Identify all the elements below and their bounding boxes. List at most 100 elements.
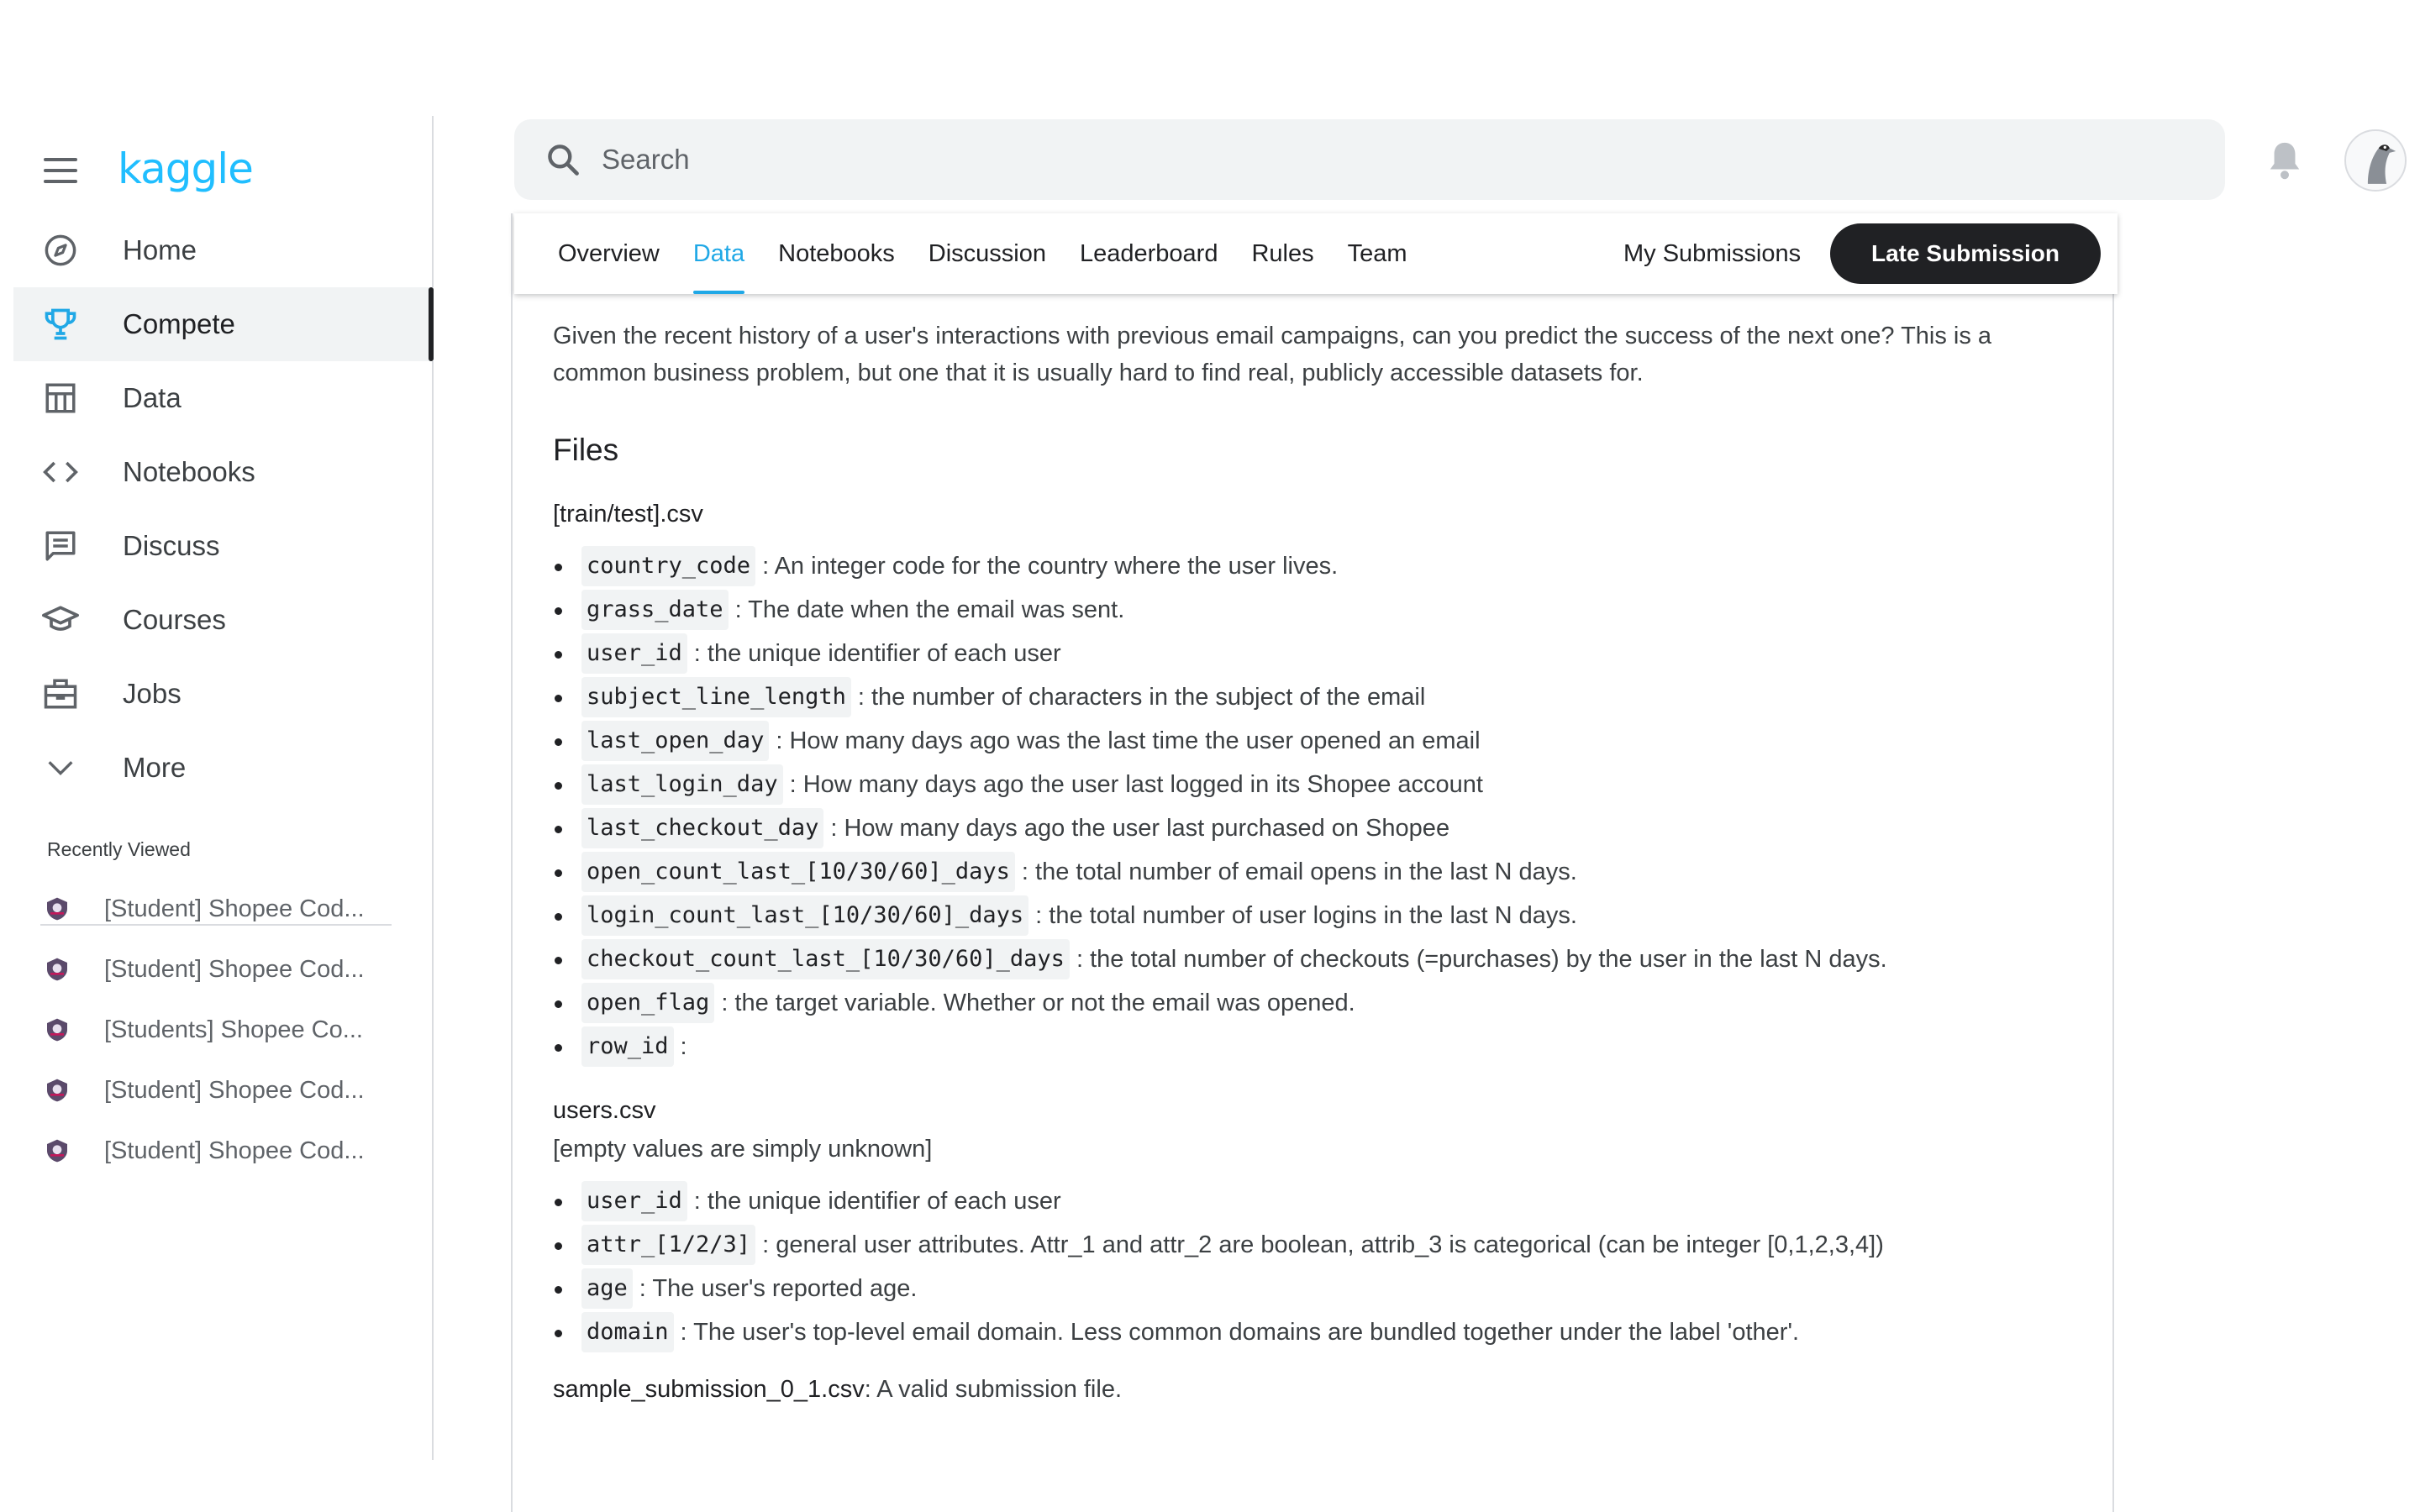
graduation-cap-icon xyxy=(42,601,79,638)
recent-item[interactable]: [Students] Shopee Co... xyxy=(44,1000,413,1060)
data-description: Given the recent history of a user's int… xyxy=(553,318,2065,1408)
search-input[interactable] xyxy=(602,144,2114,176)
sidebar-item-data[interactable]: Data xyxy=(13,361,434,435)
field-description: : the total number of user logins in the… xyxy=(1035,902,1577,929)
table-icon xyxy=(42,380,79,417)
field-code: subject_line_length xyxy=(581,677,851,717)
sidebar-header: kaggle xyxy=(44,141,254,200)
sidebar-item-jobs[interactable]: Jobs xyxy=(13,657,434,731)
field-list-item: country_code: An integer code for the co… xyxy=(553,544,2065,588)
recent-item-label: [Student] Shopee Cod... xyxy=(104,1137,365,1164)
field-list-item: last_checkout_day: How many days ago the… xyxy=(553,806,2065,850)
goose-avatar-icon xyxy=(2367,144,2396,184)
field-description: : How many days ago the user last purcha… xyxy=(830,815,1450,842)
comment-icon xyxy=(42,528,79,564)
sidebar-item-discuss[interactable]: Discuss xyxy=(13,509,434,583)
sidebar-item-label: Jobs xyxy=(123,678,182,709)
recently-viewed-list: [Student] Shopee Cod... [Student] Shopee… xyxy=(44,879,413,1181)
recent-item[interactable]: [Student] Shopee Cod... xyxy=(44,1121,413,1181)
compass-icon xyxy=(42,232,79,269)
notifications-bell-icon[interactable] xyxy=(2265,139,2304,181)
competition-thumbnail-icon xyxy=(47,958,67,981)
late-submission-button[interactable]: Late Submission xyxy=(1830,223,2101,284)
field-code: checkout_count_last_[10/30/60]_days xyxy=(581,939,1070,979)
field-code: last_checkout_day xyxy=(581,808,824,848)
file-title-users: users.csv xyxy=(553,1097,656,1124)
sample-file-desc: : A valid submission file. xyxy=(864,1376,1123,1403)
tab-leaderboard[interactable]: Leaderboard xyxy=(1080,213,1218,294)
recent-item-label: [Student] Shopee Cod... xyxy=(104,955,365,983)
field-code: attr_[1/2/3] xyxy=(581,1225,756,1265)
sidebar-item-label: Home xyxy=(123,234,197,265)
field-code: row_id xyxy=(581,1026,674,1067)
sidebar-item-more[interactable]: More xyxy=(13,731,434,805)
my-submissions-link[interactable]: My Submissions xyxy=(1623,213,1801,294)
field-code: last_login_day xyxy=(581,764,783,805)
field-list-item: user_id: the unique identifier of each u… xyxy=(553,632,2065,675)
hamburger-menu-icon[interactable] xyxy=(44,158,77,183)
field-description: : the unique identifier of each user xyxy=(693,640,1061,667)
field-code: open_count_last_[10/30/60]_days xyxy=(581,852,1015,892)
field-list-item: open_flag: the target variable. Whether … xyxy=(553,981,2065,1025)
code-icon xyxy=(42,454,79,491)
users-fields-list: user_id: the unique identifier of each u… xyxy=(553,1179,2065,1354)
tab-team[interactable]: Team xyxy=(1348,213,1407,294)
field-code: login_count_last_[10/30/60]_days xyxy=(581,895,1029,936)
competition-thumbnail-icon xyxy=(47,1018,67,1042)
sidebar-item-label: Notebooks xyxy=(123,456,255,487)
sidebar-item-label: Compete xyxy=(123,308,235,339)
field-list-item: attr_[1/2/3]: general user attributes. A… xyxy=(553,1223,2065,1267)
field-list-item: user_id: the unique identifier of each u… xyxy=(553,1179,2065,1223)
users-note: [empty values are simply unknown] xyxy=(553,1136,933,1163)
files-heading: Files xyxy=(553,433,619,467)
tab-data[interactable]: Data xyxy=(692,213,745,294)
field-list-item: login_count_last_[10/30/60]_days: the to… xyxy=(553,894,2065,937)
field-list-item: domain: The user's top-level email domai… xyxy=(553,1310,2065,1354)
field-code: domain xyxy=(581,1312,674,1352)
train-fields-list: country_code: An integer code for the co… xyxy=(553,544,2065,1068)
tab-notebooks[interactable]: Notebooks xyxy=(778,213,895,294)
chevron-down-icon xyxy=(42,749,79,786)
intro-paragraph: Given the recent history of a user's int… xyxy=(553,323,1992,386)
sidebar-item-courses[interactable]: Courses xyxy=(13,583,434,657)
briefcase-icon xyxy=(42,675,79,712)
field-list-item: checkout_count_last_[10/30/60]_days: the… xyxy=(553,937,2065,981)
sample-file-name: sample_submission_0_1.csv xyxy=(553,1376,865,1403)
recent-item-label: [Student] Shopee Cod... xyxy=(104,1076,365,1104)
competition-tab-bar: Overview Data Notebooks Discussion Leade… xyxy=(514,213,2118,294)
field-code: last_open_day xyxy=(581,721,770,761)
kaggle-logo[interactable]: kaggle xyxy=(118,144,254,193)
recent-item[interactable]: [Student] Shopee Cod... xyxy=(44,939,413,1000)
search-bar[interactable] xyxy=(514,119,2225,200)
trophy-icon xyxy=(42,306,79,343)
field-code: open_flag xyxy=(581,983,715,1023)
field-description: : the target variable. Whether or not th… xyxy=(721,990,1355,1016)
field-description: : xyxy=(680,1033,687,1060)
field-list-item: subject_line_length: the number of chara… xyxy=(553,675,2065,719)
sidebar-nav: Home Compete Data Notebooks Discuss Cour… xyxy=(13,213,434,805)
competition-thumbnail-icon xyxy=(47,1139,67,1163)
recently-viewed-heading: Recently Viewed xyxy=(47,838,191,860)
user-avatar[interactable] xyxy=(2344,129,2407,192)
recent-item[interactable]: [Student] Shopee Cod... xyxy=(44,879,413,939)
field-list-item: last_login_day: How many days ago the us… xyxy=(553,763,2065,806)
sidebar-item-compete[interactable]: Compete xyxy=(13,287,434,361)
field-description: : The user's reported age. xyxy=(639,1275,918,1302)
field-description: : general user attributes. Attr_1 and at… xyxy=(762,1231,1884,1258)
field-code: user_id xyxy=(581,633,687,674)
field-list-item: row_id: xyxy=(553,1025,2065,1068)
tab-rules[interactable]: Rules xyxy=(1251,213,1313,294)
recent-item[interactable]: [Student] Shopee Cod... xyxy=(44,1060,413,1121)
field-description: : the total number of email opens in the… xyxy=(1021,858,1577,885)
sidebar-item-home[interactable]: Home xyxy=(13,213,434,287)
tab-discussion[interactable]: Discussion xyxy=(929,213,1046,294)
file-title-train-test: [train/test].csv xyxy=(553,501,703,528)
tab-overview[interactable]: Overview xyxy=(558,213,660,294)
tab-list: Overview Data Notebooks Discussion Leade… xyxy=(558,213,1441,294)
sidebar-item-label: Data xyxy=(123,382,182,413)
field-description: : How many days ago the user last logged… xyxy=(789,771,1483,798)
field-list-item: age: The user's reported age. xyxy=(553,1267,2065,1310)
field-code: age xyxy=(581,1268,633,1309)
sidebar-item-notebooks[interactable]: Notebooks xyxy=(13,435,434,509)
field-list-item: last_open_day: How many days ago was the… xyxy=(553,719,2065,763)
